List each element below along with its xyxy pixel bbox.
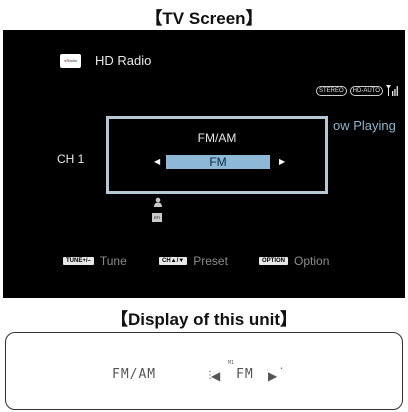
lcd-left-arrow-icon: ◀ <box>211 369 221 383</box>
tv-screen-heading: 【TV Screen】 <box>145 9 263 28</box>
now-playing-label: ow Playing <box>333 118 396 133</box>
preset-label: Preset <box>193 254 228 268</box>
lcd-right-dot-icon: • <box>280 366 284 372</box>
app-title: HD Radio <box>95 53 152 68</box>
unit-display: FM/AM ⋮ ◀ M1 FM ▶ • <box>5 332 403 410</box>
tv-screen: ●Radio HD Radio STEREO HD-AUTO ow Playin… <box>3 30 405 298</box>
arrow-right-icon[interactable]: ▶ <box>279 157 285 167</box>
band-selector[interactable]: FM <box>166 155 270 169</box>
lcd-superscript: M1 <box>228 360 235 366</box>
help-bar: TUNE+/– Tune CH▲/▼ Preset OPTION Option <box>3 254 405 270</box>
help-option: OPTION Option <box>259 254 329 268</box>
band-select-dialog: FM/AM ◀ FM ▶ <box>106 116 328 194</box>
preset-key-badge: CH▲/▼ <box>159 257 188 265</box>
tune-key-badge: TUNE+/– <box>63 257 94 265</box>
help-tune: TUNE+/– Tune <box>63 254 127 268</box>
hd-radio-logo: ●Radio <box>60 54 81 68</box>
hd-auto-badge: HD-AUTO <box>349 85 383 96</box>
lcd-right-arrow-icon: ▶ <box>268 369 278 383</box>
arrow-left-icon[interactable]: ◀ <box>154 157 160 167</box>
rds-icon: RTI <box>152 213 162 222</box>
unit-display-heading: 【Display of this unit】 <box>110 310 298 329</box>
status-indicators: STEREO HD-AUTO <box>316 85 398 96</box>
option-label: Option <box>294 254 330 268</box>
person-icon <box>154 197 162 207</box>
help-preset: CH▲/▼ Preset <box>159 254 228 268</box>
signal-strength-icon <box>385 85 398 96</box>
stereo-badge: STEREO <box>316 85 347 96</box>
lcd-mode-text: FM/AM <box>112 367 157 382</box>
tune-label: Tune <box>99 254 127 268</box>
option-key-badge: OPTION <box>259 257 289 265</box>
dialog-title: FM/AM <box>197 131 237 145</box>
lcd-band-text: FM <box>236 367 254 382</box>
channel-label: CH 1 <box>57 152 85 166</box>
